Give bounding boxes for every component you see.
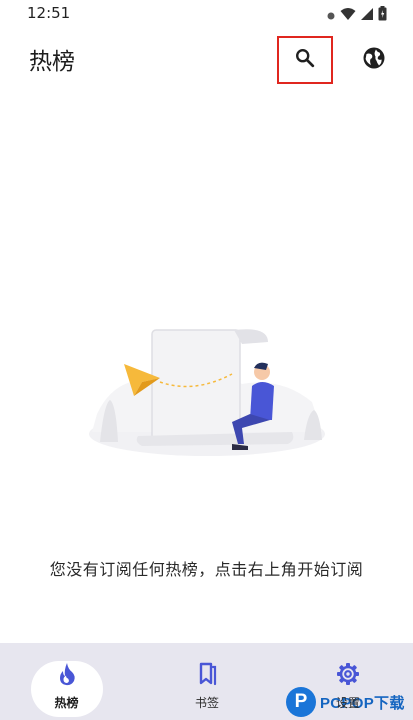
watermark-logo: P bbox=[286, 687, 316, 717]
watermark-text: PCPOP下载 bbox=[320, 694, 405, 712]
search-icon bbox=[294, 47, 316, 73]
status-time: 12:51 bbox=[27, 4, 71, 22]
status-bar: 12:51 bbox=[0, 0, 413, 30]
settings-dot-icon bbox=[326, 6, 336, 25]
search-button[interactable] bbox=[277, 36, 333, 84]
empty-state-message: 您没有订阅任何热榜，点击右上角开始订阅 bbox=[49, 560, 364, 579]
status-icons bbox=[326, 6, 387, 25]
app-bar: 热榜 bbox=[0, 30, 413, 86]
globe-icon bbox=[362, 46, 386, 74]
empty-state-illustration bbox=[82, 322, 332, 472]
page-title: 热榜 bbox=[29, 49, 75, 75]
gear-icon bbox=[336, 662, 360, 690]
bottom-navigation: 热榜 书签 设置 bbox=[0, 643, 413, 720]
bookmark-icon bbox=[196, 662, 218, 690]
signal-icon bbox=[360, 6, 374, 25]
globe-button[interactable] bbox=[346, 36, 402, 84]
nav-item-bookmarks[interactable]: 书签 bbox=[171, 643, 243, 720]
wifi-icon bbox=[340, 6, 356, 25]
flame-icon bbox=[57, 662, 77, 690]
nav-item-label: 书签 bbox=[194, 696, 219, 710]
nav-item-label: 设置 bbox=[335, 696, 360, 710]
nav-item-hot[interactable]: 热榜 bbox=[29, 643, 104, 720]
nav-item-label: 热榜 bbox=[54, 696, 79, 710]
battery-icon bbox=[378, 6, 387, 25]
